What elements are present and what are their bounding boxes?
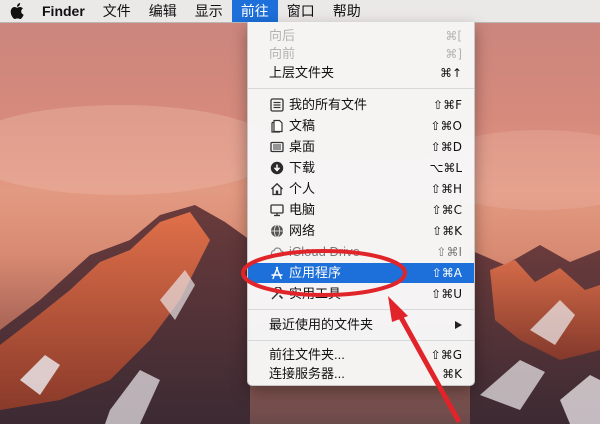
documents-icon [269, 118, 285, 134]
utilities-icon [269, 286, 285, 302]
apple-menu[interactable] [0, 0, 34, 22]
shortcut: ⇧⌘K [432, 224, 462, 238]
shortcut: ⇧⌘C [431, 203, 462, 217]
menu-item-documents[interactable]: 文稿 ⇧⌘O [248, 116, 474, 136]
shortcut: ⇧⌘O [430, 119, 463, 133]
computer-icon [269, 202, 285, 218]
network-icon [269, 223, 285, 239]
menu-item-label: 文稿 [289, 118, 316, 133]
menu-item-label: 前往文件夹... [269, 347, 345, 362]
menu-help[interactable]: 帮助 [324, 0, 370, 22]
menu-item-connect-to-server[interactable]: 连接服务器... ⌘K [248, 364, 474, 384]
menu-item-recent-folders[interactable]: 最近使用的文件夹 [248, 315, 474, 335]
menu-bar: Finder 文件 编辑 显示 前往 窗口 帮助 [0, 0, 600, 23]
downloads-icon [269, 160, 285, 176]
applications-icon [269, 265, 285, 281]
menu-finder[interactable]: Finder [34, 0, 94, 22]
go-menu-dropdown: 向后 ⌘[ 向前 ⌘] 上层文件夹 ⌘↑ 我的所有文件 ⇧⌘F 文稿 ⇧⌘O 桌… [247, 22, 475, 386]
menu-item-back: 向后 ⌘[ [248, 26, 474, 46]
shortcut: ⌥⌘L [429, 161, 462, 175]
menu-item-applications[interactable]: 应用程序 ⇧⌘A [248, 263, 474, 283]
shortcut: ⇧⌘A [431, 266, 462, 280]
menu-item-label: 电脑 [289, 202, 316, 217]
home-icon [269, 181, 285, 197]
menu-item-label: iCloud Drive [289, 244, 360, 259]
menu-edit[interactable]: 编辑 [140, 0, 186, 22]
menu-item-enclosing-folder[interactable]: 上层文件夹 ⌘↑ [248, 63, 474, 83]
shortcut: ⇧⌘U [431, 287, 462, 301]
menu-item-computer[interactable]: 电脑 ⇧⌘C [248, 200, 474, 220]
menu-item-label: 连接服务器... [269, 366, 345, 381]
menu-item-all-my-files[interactable]: 我的所有文件 ⇧⌘F [248, 95, 474, 115]
shortcut: ⇧⌘H [430, 182, 462, 196]
menu-item-utilities[interactable]: 实用工具 ⇧⌘U [248, 284, 474, 304]
apple-icon [10, 3, 24, 19]
menu-item-home[interactable]: 个人 ⇧⌘H [248, 179, 474, 199]
shortcut: ⇧⌘D [430, 140, 462, 154]
menu-item-label: 上层文件夹 [269, 65, 335, 80]
menu-item-label: 下载 [289, 160, 316, 175]
shortcut: ⇧⌘I [436, 245, 462, 259]
menu-view[interactable]: 显示 [186, 0, 232, 22]
menu-item-forward: 向前 ⌘] [248, 44, 474, 64]
menu-item-downloads[interactable]: 下载 ⌥⌘L [248, 158, 474, 178]
menu-item-desktop[interactable]: 桌面 ⇧⌘D [248, 137, 474, 157]
menu-item-label: 网络 [289, 223, 316, 238]
menu-item-icloud-drive[interactable]: iCloud Drive ⇧⌘I [248, 242, 474, 262]
menu-item-label: 向前 [269, 46, 296, 61]
menu-file[interactable]: 文件 [94, 0, 140, 22]
icloud-icon [269, 244, 285, 260]
all-files-icon [269, 97, 285, 113]
desktop-icon [269, 139, 285, 155]
menu-separator [248, 88, 474, 89]
menu-item-label: 应用程序 [289, 265, 342, 280]
shortcut: ⌘[ [445, 29, 462, 43]
menu-item-go-to-folder[interactable]: 前往文件夹... ⇧⌘G [248, 345, 474, 365]
menu-window[interactable]: 窗口 [278, 0, 324, 22]
menu-item-label: 我的所有文件 [289, 97, 368, 112]
shortcut: ⌘↑ [439, 66, 462, 80]
menu-go[interactable]: 前往 [231, 0, 278, 22]
submenu-arrow-icon [455, 321, 462, 329]
shortcut: ⌘] [445, 47, 462, 61]
menu-item-label: 实用工具 [289, 286, 342, 301]
shortcut: ⌘K [442, 367, 462, 381]
menu-item-label: 桌面 [289, 139, 316, 154]
shortcut: ⇧⌘G [430, 348, 462, 362]
menu-item-network[interactable]: 网络 ⇧⌘K [248, 221, 474, 241]
menu-separator [248, 309, 474, 310]
menu-item-label: 向后 [269, 28, 296, 43]
menu-item-label: 最近使用的文件夹 [269, 317, 374, 332]
shortcut: ⇧⌘F [433, 98, 462, 112]
menu-item-label: 个人 [289, 181, 316, 196]
menu-separator [248, 340, 474, 341]
